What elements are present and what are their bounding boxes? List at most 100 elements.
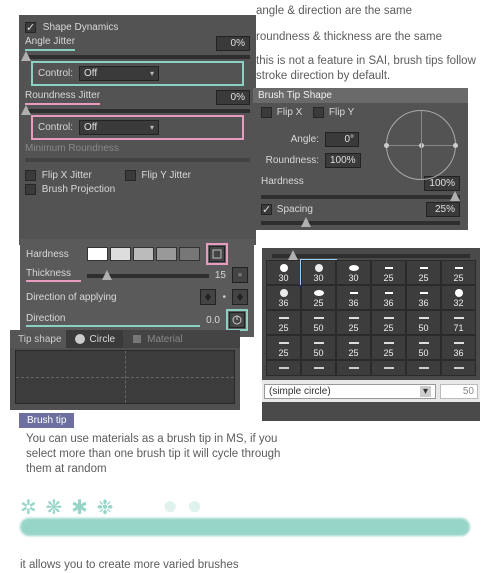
direction-value: 0.0: [206, 315, 220, 326]
shape-dynamics-title: Shape Dynamics: [43, 22, 119, 33]
hardness-row-label: Hardness: [26, 249, 81, 260]
brush-swatch[interactable]: 30: [266, 260, 301, 285]
brush-strokes-preview: ✲ ❋ ✱ ❉ ● ●: [20, 490, 480, 550]
brush-swatch[interactable]: 25: [301, 285, 336, 310]
direction-applying-label: Direction of applying: [26, 292, 194, 303]
brush-swatch[interactable]: 25: [266, 310, 301, 335]
thickness-link-icon[interactable]: ▫: [232, 267, 248, 283]
brush-swatch[interactable]: [406, 360, 441, 376]
roundness-control-row: Control: Off▾: [31, 115, 244, 140]
brush-swatch[interactable]: 32: [441, 285, 476, 310]
roundness-control-label: Control:: [38, 122, 73, 133]
brush-swatch[interactable]: 50: [301, 335, 336, 360]
brush-swatch[interactable]: [371, 360, 406, 376]
brush-swatch[interactable]: 25: [336, 335, 371, 360]
brush-swatch[interactable]: 25: [371, 310, 406, 335]
brush-preset-dropdown[interactable]: (simple circle) ▾: [264, 384, 436, 399]
dir-apply-option-2-icon[interactable]: [232, 289, 248, 305]
roundness-jitter-label: Roundness Jitter: [25, 90, 100, 105]
brush-preset-size[interactable]: 50: [440, 384, 478, 399]
roundness-jitter-slider[interactable]: [25, 109, 250, 113]
brush-projection-checkbox[interactable]: [25, 184, 36, 195]
flip-y-checkbox[interactable]: [313, 107, 324, 118]
brush-swatch[interactable]: 25: [406, 260, 441, 285]
spacing-value[interactable]: 25%: [426, 202, 460, 217]
brush-swatch[interactable]: 25: [266, 335, 301, 360]
brush-swatch[interactable]: 25: [371, 335, 406, 360]
brush-swatch-grid: 3030302525253625363636322550252550712550…: [266, 260, 476, 376]
brush-swatch[interactable]: [266, 360, 301, 376]
dir-apply-option-1-icon[interactable]: [200, 289, 216, 305]
spacing-label: Spacing: [277, 204, 313, 215]
hardness-label: Hardness: [261, 176, 304, 191]
brush-picker-panel: 3030302525253625363636322550252550712550…: [262, 248, 480, 421]
note-materials: You can use materials as a brush tip in …: [26, 432, 286, 477]
brush-swatch[interactable]: 30: [336, 260, 371, 285]
brush-projection-label: Brush Projection: [42, 184, 115, 195]
brush-swatch[interactable]: 36: [406, 285, 441, 310]
tip-shape-panel: Tip shape Circle Material: [10, 330, 240, 410]
hardness-slider[interactable]: [261, 195, 460, 199]
flip-x-jitter-label: Flip X Jitter: [42, 170, 92, 181]
brush-swatch[interactable]: 50: [406, 335, 441, 360]
angle-label: Angle:: [261, 134, 319, 145]
roundness-control-dropdown[interactable]: Off▾: [79, 120, 159, 135]
flip-y-jitter-label: Flip Y Jitter: [141, 170, 191, 181]
shape-dynamics-checkbox[interactable]: [25, 22, 36, 33]
tab-material[interactable]: Material: [123, 330, 191, 348]
circle-icon: [74, 333, 86, 345]
angle-control-label: Control:: [38, 68, 73, 79]
angle-value[interactable]: 0°: [325, 132, 359, 147]
brush-tip-shape-header: Brush Tip Shape: [253, 88, 468, 103]
tip-preview: [15, 350, 235, 404]
angle-jitter-slider[interactable]: [25, 55, 250, 59]
brush-swatch[interactable]: 25: [336, 310, 371, 335]
angle-jitter-value[interactable]: 0%: [216, 36, 250, 51]
direction-label: Direction: [26, 313, 200, 327]
spacing-slider[interactable]: [261, 221, 460, 225]
roundness-label: Roundness:: [261, 155, 319, 166]
flip-y-jitter-checkbox[interactable]: [125, 170, 136, 181]
angle-jitter-label: Angle Jitter: [25, 36, 75, 51]
angle-dial[interactable]: [386, 110, 458, 182]
note-varied: it allows you to create more varied brus…: [20, 558, 320, 573]
chevron-down-icon: ▾: [420, 386, 431, 397]
brush-swatch[interactable]: 50: [301, 310, 336, 335]
brush-tip-tab[interactable]: Brush tip: [19, 413, 74, 428]
material-icon: [131, 333, 143, 345]
brush-swatch[interactable]: [301, 360, 336, 376]
spacing-checkbox[interactable]: [261, 204, 272, 215]
tab-circle[interactable]: Circle: [66, 330, 124, 348]
brush-swatch[interactable]: [336, 360, 371, 376]
minimum-roundness-slider: [25, 158, 250, 162]
note-angle-direction: angle & direction are the same: [256, 4, 496, 19]
flip-x-jitter-checkbox[interactable]: [25, 170, 36, 181]
brush-swatch[interactable]: 30: [301, 260, 336, 285]
angle-control-dropdown[interactable]: Off▾: [79, 66, 159, 81]
brush-swatch[interactable]: 36: [371, 285, 406, 310]
flip-y-label: Flip Y: [329, 107, 354, 118]
thickness-slider[interactable]: [87, 274, 209, 278]
roundness-jitter-value[interactable]: 0%: [216, 90, 250, 105]
hardness-settings-icon[interactable]: [209, 246, 225, 262]
angle-control-row: Control: Off▾: [31, 61, 244, 86]
brush-swatch[interactable]: [441, 360, 476, 376]
hardness-gradient[interactable]: [87, 247, 200, 261]
brush-swatch[interactable]: 71: [441, 310, 476, 335]
hardness-thickness-panel: Hardness Thickness 15 ▫ Direction of app…: [20, 239, 254, 337]
minimum-roundness-label: Minimum Roundness: [25, 143, 250, 154]
brush-swatch[interactable]: 36: [441, 335, 476, 360]
brush-swatch[interactable]: 36: [266, 285, 301, 310]
brush-swatch[interactable]: 36: [336, 285, 371, 310]
direction-dial-icon[interactable]: [229, 312, 245, 328]
roundness-value[interactable]: 100%: [325, 153, 361, 168]
flip-x-label: Flip X: [277, 107, 303, 118]
thickness-value: 15: [215, 270, 226, 281]
brush-size-slider[interactable]: [272, 254, 470, 258]
brush-swatch[interactable]: 25: [441, 260, 476, 285]
shape-dynamics-panel: Shape Dynamics Angle Jitter 0% Control: …: [19, 15, 256, 245]
brush-swatch[interactable]: 50: [406, 310, 441, 335]
flip-x-checkbox[interactable]: [261, 107, 272, 118]
note-sai: this is not a feature in SAI, brush tips…: [256, 54, 496, 84]
brush-swatch[interactable]: 25: [371, 260, 406, 285]
